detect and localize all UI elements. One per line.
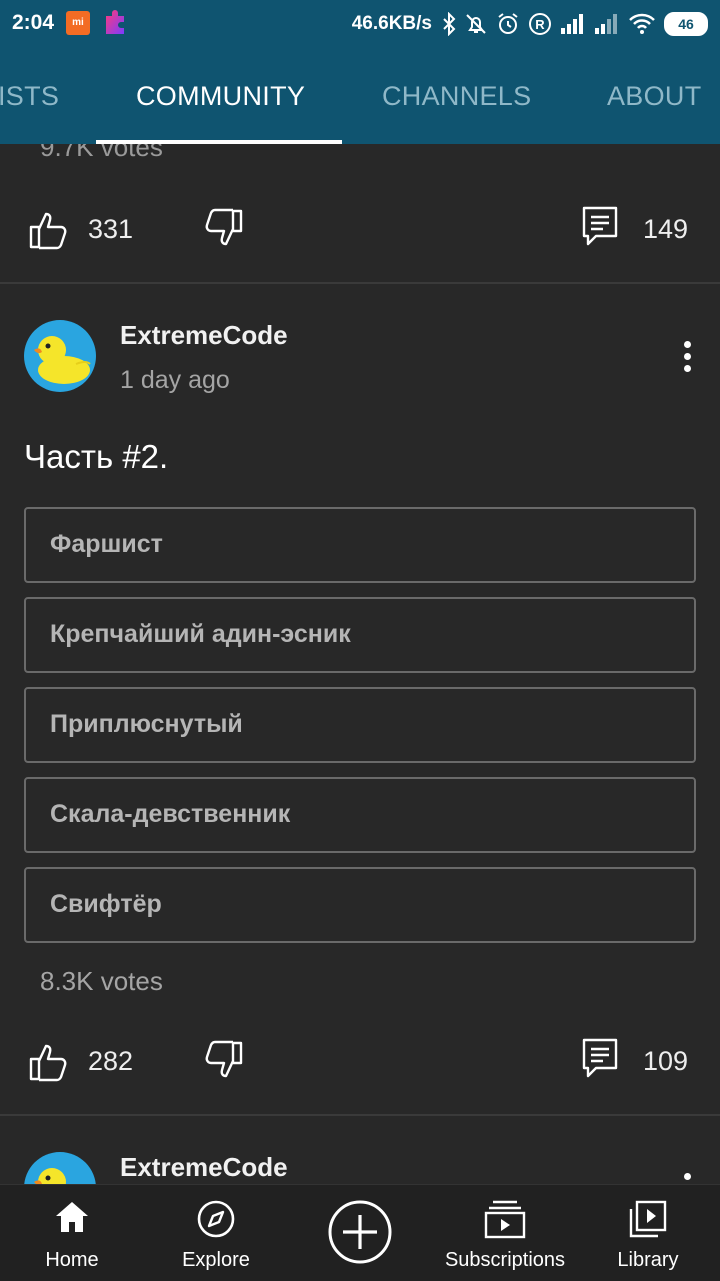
- dislike-icon[interactable]: [204, 1040, 244, 1080]
- post-divider: [0, 1114, 720, 1116]
- network-speed: 46.6KB/s: [351, 13, 432, 34]
- channel-tabs: ISTS COMMUNITY CHANNELS ABOUT: [0, 48, 720, 144]
- bluetooth-icon: [443, 12, 456, 36]
- poll-option-label: Фаршист: [50, 530, 163, 558]
- subscriptions-icon: [484, 1200, 526, 1239]
- poll-option-label: Свифтёр: [50, 890, 162, 918]
- like-icon[interactable]: [28, 1042, 68, 1082]
- nav-subscriptions[interactable]: Subscriptions: [440, 1185, 570, 1281]
- post-time: 1 day ago: [120, 366, 230, 394]
- duck-avatar-icon: [34, 336, 91, 384]
- library-icon: [629, 1200, 667, 1238]
- comment-count: 109: [642, 1046, 688, 1076]
- poll-option[interactable]: Крепчайший адин-эсник: [24, 597, 696, 673]
- like-icon[interactable]: [28, 210, 68, 250]
- like-count: 282: [88, 1046, 134, 1076]
- comment-icon[interactable]: [582, 1038, 618, 1080]
- nav-home-label: Home: [45, 1249, 99, 1271]
- nav-home[interactable]: Home: [22, 1185, 122, 1281]
- nav-explore[interactable]: Explore: [166, 1185, 266, 1281]
- poll-option[interactable]: Скала-девственник: [24, 777, 696, 853]
- active-tab-indicator: [96, 140, 342, 144]
- home-icon: [56, 1202, 88, 1232]
- nav-create[interactable]: [320, 1185, 400, 1281]
- poll-option-label: Приплюснутый: [50, 710, 243, 738]
- puzzle-app-icon: [106, 10, 124, 34]
- more-options-icon[interactable]: [676, 338, 700, 378]
- avatar[interactable]: [24, 320, 96, 392]
- poll-option[interactable]: Фаршист: [24, 507, 696, 583]
- dislike-icon[interactable]: [204, 208, 244, 248]
- status-bar: 2:04 mi 46.6KB/s R 46: [0, 0, 720, 48]
- alarm-icon: [498, 13, 518, 34]
- tab-playlists[interactable]: ISTS: [0, 81, 59, 112]
- post-text: Часть #2.: [24, 438, 169, 475]
- mi-app-icon: mi: [66, 11, 90, 35]
- wifi-icon: [629, 13, 655, 34]
- create-plus-icon: [328, 1200, 392, 1264]
- poll-option-label: Скала-девственник: [50, 800, 291, 828]
- comment-icon[interactable]: [582, 206, 618, 248]
- battery-indicator: 46: [664, 12, 708, 36]
- nav-library-label: Library: [617, 1249, 679, 1271]
- signal-icon: [595, 14, 617, 34]
- signal-icon: [561, 14, 583, 34]
- post-actions: 282 109: [0, 1034, 720, 1094]
- post-divider: [0, 282, 720, 284]
- status-time: 2:04: [12, 11, 55, 34]
- prev-post-actions: 331 149: [0, 202, 720, 262]
- like-count: 331: [88, 214, 134, 244]
- compass-icon: [197, 1200, 235, 1238]
- tab-about[interactable]: ABOUT: [607, 81, 702, 112]
- poll-votes: 8.3K votes: [40, 966, 163, 996]
- poll-option[interactable]: Приплюснутый: [24, 687, 696, 763]
- tab-community[interactable]: COMMUNITY: [136, 81, 305, 112]
- nav-library[interactable]: Library: [600, 1185, 696, 1281]
- poll-option[interactable]: Свифтёр: [24, 867, 696, 943]
- comment-count: 149: [642, 214, 688, 244]
- alarm-off-icon: [466, 14, 486, 34]
- bottom-navigation: Home Explore Subscriptions Library: [0, 1184, 720, 1281]
- poll-option-label: Крепчайший адин-эсник: [50, 620, 351, 648]
- roaming-icon: R: [529, 13, 551, 35]
- nav-explore-label: Explore: [182, 1249, 250, 1271]
- tab-channels[interactable]: CHANNELS: [382, 81, 531, 112]
- nav-subscriptions-label: Subscriptions: [444, 1249, 566, 1271]
- post-author[interactable]: ExtremeCode: [120, 1152, 288, 1183]
- svg-text:R: R: [535, 17, 545, 32]
- post-author[interactable]: ExtremeCode: [120, 320, 288, 351]
